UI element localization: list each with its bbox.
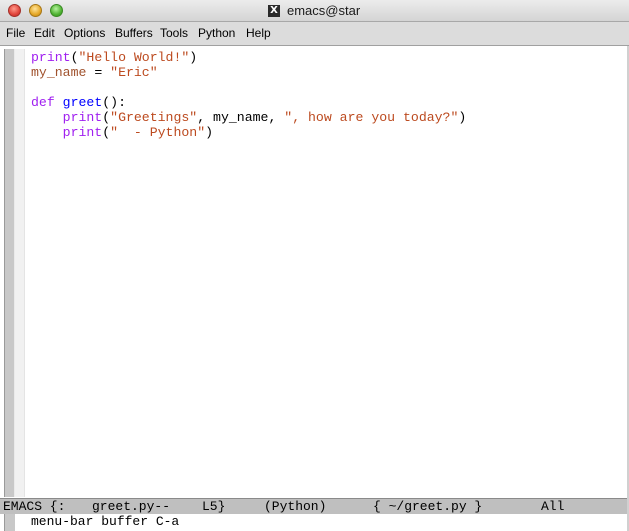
code-token: greet <box>62 95 103 110</box>
code-line[interactable]: def greet(): <box>31 95 126 110</box>
minibuffer-text: menu-bar buffer C-a <box>31 514 180 529</box>
left-fringe <box>15 49 24 497</box>
code-token: "Eric" <box>110 65 158 80</box>
code-token: , my_name, <box>197 110 285 125</box>
fringe-divider <box>24 49 25 497</box>
modeline-path: { ~/greet.py } <box>373 499 483 514</box>
zoom-window-button[interactable] <box>50 4 63 17</box>
menu-bar: File Edit Options Buffers Tools Python H… <box>0 22 629 46</box>
code-token: ( <box>102 110 111 125</box>
code-token: print <box>62 125 103 140</box>
modeline-position: All <box>541 499 565 514</box>
code-token: "Greetings" <box>110 110 198 125</box>
code-token: ) <box>458 110 467 125</box>
window-title: emacs@star <box>287 3 361 18</box>
menu-buffers[interactable]: Buffers <box>115 26 153 40</box>
close-window-button[interactable] <box>8 4 21 17</box>
code-token: ) <box>189 50 198 65</box>
code-line[interactable]: print("Hello World!") <box>31 50 197 65</box>
code-line[interactable]: print(" - Python") <box>31 125 213 140</box>
menu-file[interactable]: File <box>6 26 25 40</box>
code-token: ) <box>205 125 214 140</box>
x11-icon: X <box>268 5 280 17</box>
code-line[interactable]: print("Greetings", my_name, ", how are y… <box>31 110 467 125</box>
modeline-mode[interactable]: (Python) <box>264 499 326 514</box>
code-token: ( <box>70 50 79 65</box>
editor-text-area[interactable]: print("Hello World!") my_name = "Eric" def… <box>31 49 627 497</box>
minibuffer-fringe <box>4 514 15 531</box>
code-line[interactable]: my_name = "Eric" <box>31 65 158 80</box>
title-bar[interactable]: X emacs@star <box>0 0 629 22</box>
code-token: " - Python" <box>110 125 206 140</box>
code-token: "Hello World!" <box>78 50 190 65</box>
menu-python[interactable]: Python <box>198 26 235 40</box>
modeline-prefix: EMACS {: <box>3 499 66 514</box>
code-token: def <box>31 95 55 110</box>
modeline-line: L5} <box>202 499 226 514</box>
code-token: my_name <box>31 65 87 80</box>
menu-help[interactable]: Help <box>246 26 271 40</box>
mode-line: EMACS {: greet.py-- L5} (Python) { ~/gre… <box>0 498 629 515</box>
menu-options[interactable]: Options <box>64 26 105 40</box>
code-token: (): <box>102 95 126 110</box>
code-token: ", how are you today?" <box>284 110 459 125</box>
modeline-buffer[interactable]: greet.py-- <box>92 499 170 514</box>
code-token: print <box>31 50 71 65</box>
scrollbar[interactable] <box>4 49 15 497</box>
code-token: ( <box>102 125 111 140</box>
code-token: print <box>62 110 103 125</box>
emacs-window: X emacs@star File Edit Options Buffers T… <box>0 0 629 531</box>
minimize-window-button[interactable] <box>29 4 42 17</box>
minibuffer[interactable]: menu-bar buffer C-a <box>0 514 629 531</box>
code-token: = <box>86 65 111 80</box>
menu-edit[interactable]: Edit <box>34 26 55 40</box>
menu-tools[interactable]: Tools <box>160 26 188 40</box>
